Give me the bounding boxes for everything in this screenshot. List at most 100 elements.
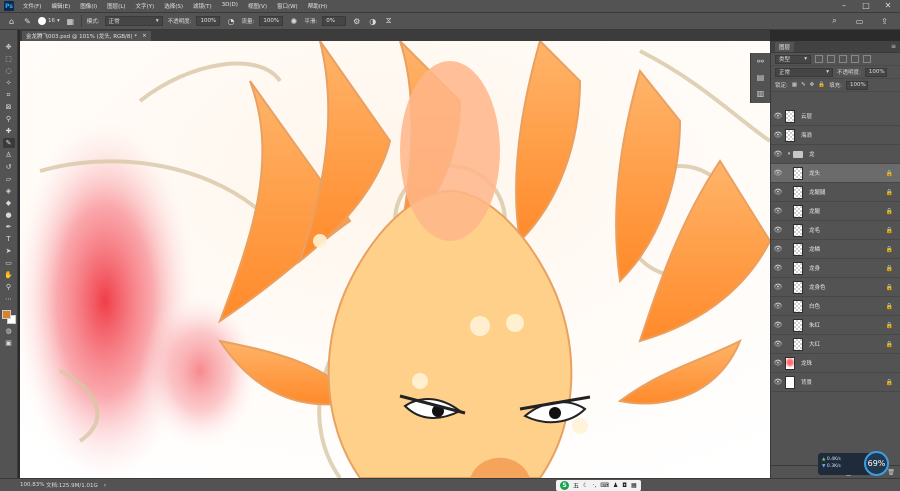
layer-row[interactable]: 👁 朱红 🔒 [771, 316, 900, 335]
type-tool-icon[interactable]: T [3, 234, 15, 244]
visibility-eye-icon[interactable]: 👁 [771, 150, 785, 158]
mode-select[interactable]: 正常 ▾ [104, 16, 163, 26]
dodge-tool-icon[interactable]: ● [3, 210, 15, 220]
menu-item[interactable]: 窗口(W) [272, 2, 303, 10]
visibility-eye-icon[interactable]: 👁 [771, 264, 785, 272]
path-select-tool-icon[interactable]: ➤ [3, 246, 15, 256]
blur-tool-icon[interactable]: ◆ [3, 198, 15, 208]
visibility-eye-icon[interactable]: 👁 [771, 131, 785, 139]
fill-field[interactable]: 100% [846, 80, 868, 90]
shape-filter-icon[interactable] [851, 55, 859, 63]
chevron-down-icon[interactable]: ▾ [785, 151, 793, 157]
ime-toolbar[interactable]: S 五 ☾ ·, ⌨ ♟ ◘ ▦ [556, 480, 641, 491]
opacity-field[interactable]: 100% [196, 16, 221, 26]
bucket-tool-icon[interactable]: ◈ [3, 186, 15, 196]
foreground-color-swatch[interactable] [1, 310, 11, 319]
menu-item[interactable]: 编辑(E) [46, 2, 75, 10]
ime-keyboard-icon[interactable]: ⌨ [600, 482, 609, 489]
layer-row[interactable]: 👁 龙头 🔒 [771, 164, 900, 183]
ime-user-icon[interactable]: ♟ [613, 482, 618, 489]
healing-tool-icon[interactable]: ✚ [3, 126, 15, 136]
move-tool-icon[interactable]: ✥ [3, 42, 15, 52]
visibility-eye-icon[interactable]: 👁 [771, 169, 785, 177]
home-icon[interactable]: ⌂ [6, 16, 17, 27]
flow-field[interactable]: 100% [259, 16, 284, 26]
layer-row[interactable]: 👁 龙鳞 🔒 [771, 240, 900, 259]
visibility-eye-icon[interactable]: 👁 [771, 245, 785, 253]
lasso-tool-icon[interactable]: ◌ [3, 66, 15, 76]
magic-wand-tool-icon[interactable]: ✧ [3, 78, 15, 88]
lock-all-icon[interactable]: 🔒 [818, 82, 825, 88]
frame-tool-icon[interactable]: ⊠ [3, 102, 15, 112]
layer-filter-select[interactable]: 类型 ▾ [775, 54, 811, 64]
more-tools-icon[interactable]: ⋯ [3, 294, 15, 304]
layer-row[interactable]: 👁 龙腿 🔒 [771, 202, 900, 221]
zoom-level[interactable]: 100.83% [0, 482, 44, 488]
chevron-right-icon[interactable]: › [104, 482, 106, 489]
layer-row[interactable]: 👁 龙身 🔒 [771, 259, 900, 278]
pen-tool-icon[interactable]: ✒ [3, 222, 15, 232]
layer-row[interactable]: 👁 海浪 [771, 126, 900, 145]
layer-row[interactable]: 👁 云层 [771, 107, 900, 126]
visibility-eye-icon[interactable]: 👁 [771, 283, 785, 291]
maximize-button[interactable]: □ [862, 2, 870, 10]
close-window-button[interactable]: ✕ [884, 2, 892, 10]
shape-tool-icon[interactable]: ▭ [3, 258, 15, 268]
ime-moon-icon[interactable]: ☾ [583, 482, 588, 489]
layer-row[interactable]: 👁 背景 🔒 [771, 373, 900, 392]
menu-item[interactable]: 滤镜(T) [188, 2, 217, 10]
menu-item[interactable]: 选择(S) [159, 2, 188, 10]
properties-panel-icon[interactable]: ▤ [756, 73, 766, 83]
ime-shirt-icon[interactable]: ◘ [622, 482, 627, 489]
lock-paint-icon[interactable]: ✎ [801, 82, 806, 88]
pressure-size-icon[interactable]: ◑ [367, 16, 378, 27]
document-tab[interactable]: 金龙腾飞003.psd @ 101% (龙头, RGB/8) * × [22, 31, 151, 41]
visibility-eye-icon[interactable]: 👁 [771, 321, 785, 329]
search-icon[interactable]: ⌕ [829, 16, 840, 27]
eyedropper-tool-icon[interactable]: ⚲ [3, 114, 15, 124]
marquee-tool-icon[interactable]: ⬚ [3, 54, 15, 64]
symmetry-icon[interactable]: ⧖ [383, 16, 394, 27]
type-filter-icon[interactable] [839, 55, 847, 63]
minimize-button[interactable]: – [840, 2, 848, 10]
quick-mask-icon[interactable]: ◍ [3, 326, 15, 336]
layer-row[interactable]: 👁 大红 🔒 [771, 335, 900, 354]
menu-item[interactable]: 3D(D) [217, 2, 243, 10]
brush-settings-icon[interactable]: ▦ [65, 16, 76, 27]
pixel-filter-icon[interactable] [815, 55, 823, 63]
menu-item[interactable]: 视图(V) [243, 2, 272, 10]
workspace-icon[interactable]: ▭ [854, 16, 865, 27]
crop-tool-icon[interactable]: ⌗ [3, 90, 15, 100]
ime-mode-label[interactable]: 五 [573, 481, 579, 490]
tab-layers[interactable]: 图层 [775, 41, 795, 52]
screen-mode-icon[interactable]: ▣ [3, 338, 15, 348]
pressure-opacity-icon[interactable]: ◔ [225, 16, 236, 27]
eraser-tool-icon[interactable]: ▱ [3, 174, 15, 184]
panel-menu-icon[interactable]: ≡ [891, 43, 896, 50]
smoothing-field[interactable]: 0% [322, 16, 347, 26]
menu-item[interactable]: 图像(I) [75, 2, 102, 10]
layer-group-row[interactable]: 👁 ▾ 龙 [771, 145, 900, 164]
menu-item[interactable]: 文件(F) [18, 2, 46, 10]
lock-transparent-icon[interactable]: ▦ [792, 82, 797, 88]
document-canvas[interactable] [20, 41, 770, 478]
airbrush-icon[interactable]: ✺ [288, 16, 299, 27]
layer-row[interactable]: 👁 白色 🔒 [771, 297, 900, 316]
zoom-tool-icon[interactable]: ⚲ [3, 282, 15, 292]
smart-filter-icon[interactable] [863, 55, 871, 63]
menu-item[interactable]: 图层(L) [102, 2, 130, 10]
visibility-eye-icon[interactable]: 👁 [771, 207, 785, 215]
visibility-eye-icon[interactable]: 👁 [771, 226, 785, 234]
adjustments-panel-icon[interactable]: ▥ [756, 89, 766, 99]
color-swatches[interactable] [1, 310, 16, 324]
network-monitor-widget[interactable]: ▲ 0.4K/s ▼ 0.3K/s 69% [810, 451, 900, 477]
adjustment-filter-icon[interactable] [827, 55, 835, 63]
visibility-eye-icon[interactable]: 👁 [771, 302, 785, 310]
layer-row[interactable]: 👁 龙珠 [771, 354, 900, 373]
visibility-eye-icon[interactable]: 👁 [771, 378, 785, 386]
gear-icon[interactable]: ⚙ [351, 16, 362, 27]
layer-row[interactable]: 👁 龙毛 🔒 [771, 221, 900, 240]
menu-item[interactable]: 帮助(H) [303, 2, 332, 10]
visibility-eye-icon[interactable]: 👁 [771, 340, 785, 348]
brush-tool-icon[interactable]: ✎ [2, 138, 15, 148]
